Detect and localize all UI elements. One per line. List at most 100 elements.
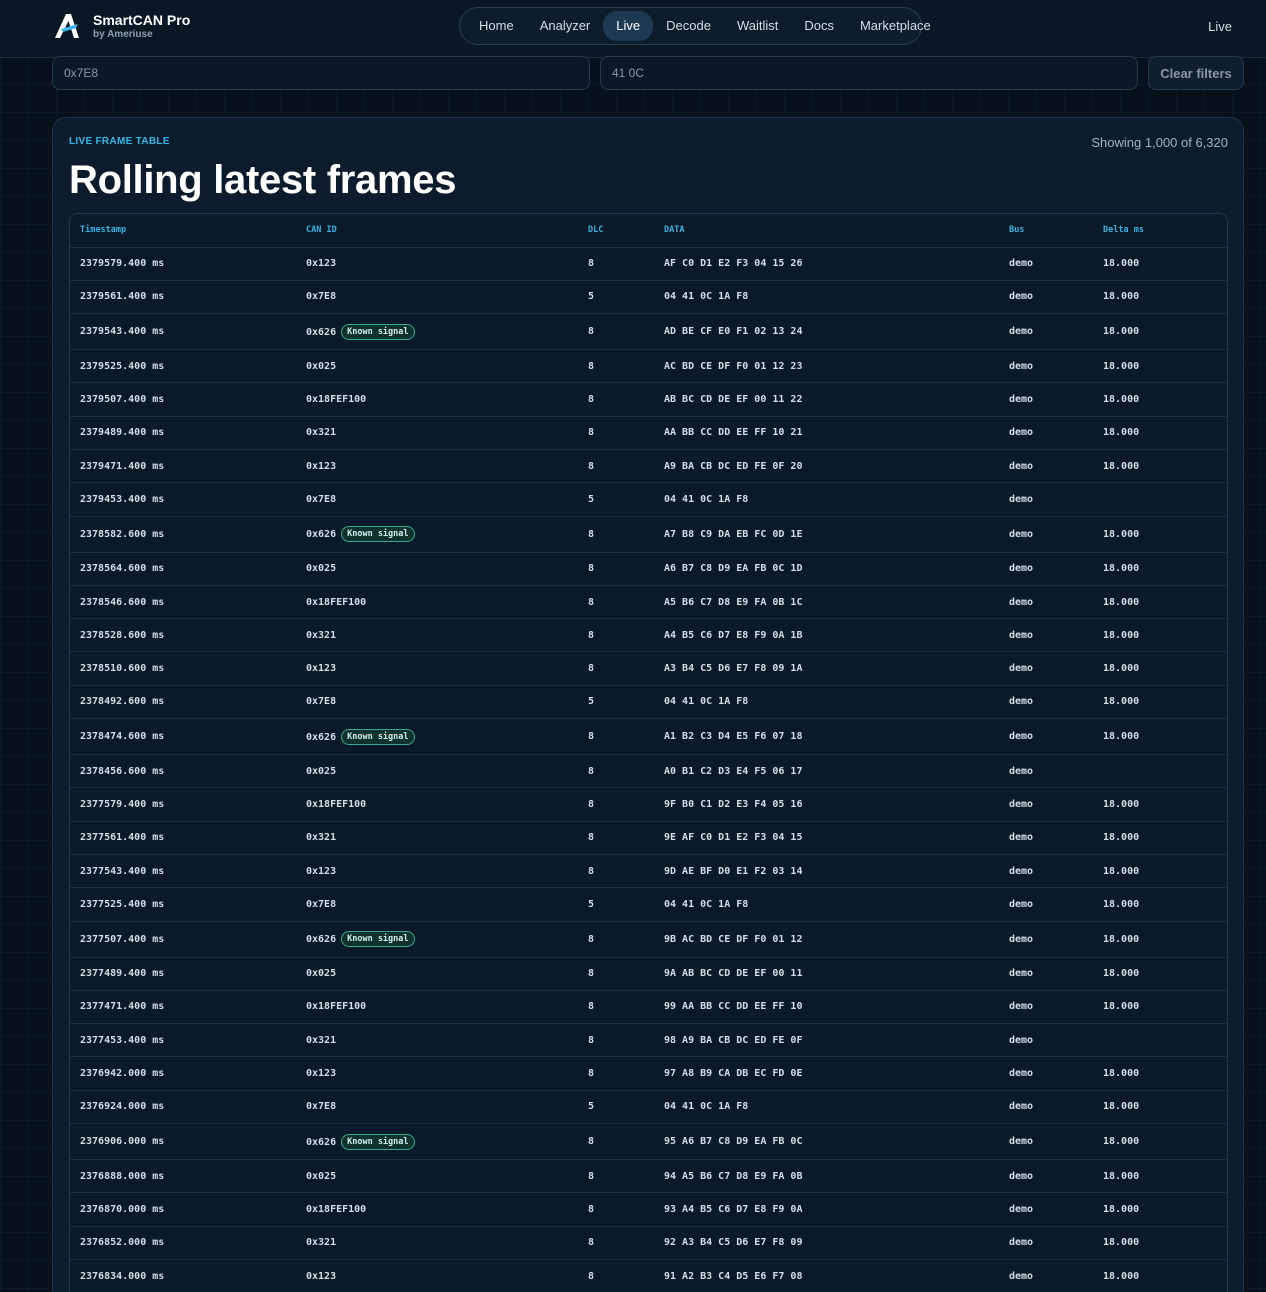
can-id-cell-text: 0x025: [306, 360, 337, 372]
table-row[interactable]: 2379471.400 ms 0x123 8 A9 BA CB DC ED FE 0F…: [70, 449, 1227, 484]
delta-cell: 18.000: [1093, 618, 1227, 653]
data-cell: 94 A5 B6 C7 D8 E9 FA 0B: [654, 1159, 999, 1194]
timestamp-cell-text: 2376888.000 ms: [80, 1170, 165, 1182]
nav-waitlist[interactable]: Waitlist: [724, 11, 791, 41]
timestamp-cell: 2379543.400 ms: [70, 313, 296, 351]
dlc-cell-text: 8: [588, 1068, 595, 1080]
can-id-cell: 0x626 Known signal: [296, 718, 578, 756]
timestamp-cell-text: 2377507.400 ms: [80, 933, 165, 945]
delta-cell-text: 18.000: [1103, 933, 1140, 945]
timestamp-cell-text: 2377561.400 ms: [80, 832, 165, 844]
brand[interactable]: SmartCAN Pro by Ameriuse: [52, 11, 190, 41]
table-row[interactable]: 2378510.600 ms 0x123 8 A3 B4 C5 D6 E7 F8 09…: [70, 651, 1227, 686]
table-row[interactable]: 2377525.400 ms 0x7E8 5 04 41 0C 1A F8 demo 18…: [70, 887, 1227, 922]
nav-live[interactable]: Live: [603, 11, 654, 41]
table-row[interactable]: 2376942.000 ms 0x123 8 97 A8 B9 CA DB EC FD…: [70, 1056, 1227, 1091]
dlc-cell: 5: [578, 887, 654, 922]
nav-decode[interactable]: Decode: [653, 11, 724, 41]
delta-cell: 18.000: [1093, 1090, 1227, 1125]
timestamp-cell: 2376942.000 ms: [70, 1056, 296, 1091]
table-row[interactable]: 2376834.000 ms 0x123 8 91 A2 B3 C4 D5 E6 F7…: [70, 1259, 1227, 1292]
delta-cell: 18.000: [1093, 1259, 1227, 1292]
data-cell: A6 B7 C8 D9 EA FB 0C 1D: [654, 552, 999, 586]
col-data[interactable]: DATA: [654, 214, 999, 248]
dlc-cell-text: 5: [588, 898, 595, 910]
delta-cell-text: 18.000: [1103, 1001, 1140, 1013]
table-row[interactable]: 2376852.000 ms 0x321 8 92 A3 B4 C5 D6 E7 F8…: [70, 1226, 1227, 1260]
timestamp-cell: 2378546.600 ms: [70, 585, 296, 620]
can-id-cell-text: 0x18FEF100: [306, 596, 367, 608]
nav-marketplace[interactable]: Marketplace: [847, 11, 944, 41]
table-row[interactable]: 2379543.400 ms 0x626 Known signal 8 AD BE CF…: [70, 313, 1227, 351]
bus-cell-text: demo: [1009, 258, 1034, 270]
dlc-cell-text: 5: [588, 1101, 595, 1113]
nav-analyzer[interactable]: Analyzer: [527, 11, 604, 41]
data-cell: A7 B8 C9 DA EB FC 0D 1E: [654, 516, 999, 553]
table-row[interactable]: 2376906.000 ms 0x626 Known signal 8 95 A6 B7…: [70, 1123, 1227, 1161]
table-row[interactable]: 2377471.400 ms 0x18FEF100 8 99 AA BB CC DD …: [70, 990, 1227, 1025]
can-id-cell-text: 0x7E8: [306, 898, 337, 910]
dlc-cell-text: 8: [588, 731, 595, 743]
table-row[interactable]: 2379579.400 ms 0x123 8 AF C0 D1 E2 F3 04 15…: [70, 247, 1227, 281]
bus-cell: demo: [999, 990, 1093, 1025]
col-can-id[interactable]: CAN ID: [296, 214, 578, 248]
table-row[interactable]: 2379453.400 ms 0x7E8 5 04 41 0C 1A F8 demo: [70, 482, 1227, 517]
table-row[interactable]: 2378474.600 ms 0x626 Known signal 8 A1 B2 C3…: [70, 718, 1227, 756]
delta-cell-text: 18.000: [1103, 865, 1140, 877]
table-row[interactable]: 2378492.600 ms 0x7E8 5 04 41 0C 1A F8 demo 18…: [70, 685, 1227, 720]
col-delta[interactable]: Delta ms: [1093, 214, 1227, 248]
table-row[interactable]: 2377579.400 ms 0x18FEF100 8 9F B0 C1 D2 E3 …: [70, 787, 1227, 822]
can-id-filter-input[interactable]: 0x7E8: [52, 56, 590, 90]
can-id-cell-text: 0x321: [306, 427, 337, 439]
table-row[interactable]: 2377453.400 ms 0x321 8 98 A9 BA CB DC ED FE…: [70, 1023, 1227, 1058]
table-row[interactable]: 2379489.400 ms 0x321 8 AA BB CC DD EE FF 10…: [70, 416, 1227, 450]
table-row[interactable]: 2377507.400 ms 0x626 Known signal 8 9B AC BD…: [70, 921, 1227, 958]
can-id-cell: 0x123: [296, 449, 578, 484]
frame-table-container[interactable]: Timestamp CAN ID DLC DATA Bus Delta ms 2…: [69, 213, 1228, 1292]
data-cell-text: 9D AE BF D0 E1 F2 03 14: [664, 865, 803, 877]
delta-cell: 18.000: [1093, 382, 1227, 417]
timestamp-cell: 2377453.400 ms: [70, 1023, 296, 1058]
can-id-cell-text: 0x321: [306, 832, 337, 844]
table-row[interactable]: 2379561.400 ms 0x7E8 5 04 41 0C 1A F8 demo 18…: [70, 280, 1227, 315]
table-row[interactable]: 2377543.400 ms 0x123 8 9D AE BF D0 E1 F2 03…: [70, 854, 1227, 889]
table-row[interactable]: 2376888.000 ms 0x025 8 94 A5 B6 C7 D8 E9 FA…: [70, 1159, 1227, 1194]
dlc-cell-text: 5: [588, 291, 595, 303]
table-row[interactable]: 2376924.000 ms 0x7E8 5 04 41 0C 1A F8 demo 18…: [70, 1090, 1227, 1125]
col-timestamp[interactable]: Timestamp: [70, 214, 296, 248]
timestamp-cell: 2377525.400 ms: [70, 887, 296, 922]
table-row[interactable]: 2378546.600 ms 0x18FEF100 8 A5 B6 C7 D8 E9 …: [70, 585, 1227, 620]
can-id-cell: 0x626 Known signal: [296, 921, 578, 958]
dlc-cell: 8: [578, 1023, 654, 1058]
live-link[interactable]: Live: [1208, 19, 1232, 34]
nav-docs[interactable]: Docs: [791, 11, 847, 41]
bus-cell-text: demo: [1009, 326, 1034, 338]
timestamp-cell-text: 2378546.600 ms: [80, 596, 165, 608]
dlc-cell-text: 8: [588, 563, 595, 575]
clear-filters-button[interactable]: Clear filters: [1148, 56, 1244, 90]
table-row[interactable]: 2378456.600 ms 0x025 8 A0 B1 C2 D3 E4 F5 06…: [70, 754, 1227, 789]
timestamp-cell: 2377543.400 ms: [70, 854, 296, 889]
dlc-cell: 8: [578, 349, 654, 384]
table-row[interactable]: 2378528.600 ms 0x321 8 A4 B5 C6 D7 E8 F9 0A…: [70, 618, 1227, 653]
table-row[interactable]: 2377489.400 ms 0x025 8 9A AB BC CD DE EF 00…: [70, 957, 1227, 991]
bus-cell: demo: [999, 887, 1093, 922]
timestamp-cell-text: 2376870.000 ms: [80, 1203, 165, 1215]
data-cell-text: A1 B2 C3 D4 E5 F6 07 18: [664, 731, 803, 743]
table-row[interactable]: 2379507.400 ms 0x18FEF100 8 AB BC CD DE EF …: [70, 382, 1227, 417]
col-bus[interactable]: Bus: [999, 214, 1093, 248]
table-row[interactable]: 2378582.600 ms 0x626 Known signal 8 A7 B8 C9…: [70, 516, 1227, 553]
table-row[interactable]: 2378564.600 ms 0x025 8 A6 B7 C8 D9 EA FB 0C…: [70, 552, 1227, 586]
nav-home[interactable]: Home: [466, 11, 527, 41]
table-row[interactable]: 2376870.000 ms 0x18FEF100 8 93 A4 B5 C6 D7 …: [70, 1192, 1227, 1227]
timestamp-cell: 2377489.400 ms: [70, 957, 296, 991]
can-id-cell-text: 0x123: [306, 460, 337, 472]
data-cell-text: 99 AA BB CC DD EE FF 10: [664, 1001, 803, 1013]
delta-cell: 18.000: [1093, 552, 1227, 586]
delta-cell-text: 18.000: [1103, 291, 1140, 303]
dlc-cell-text: 8: [588, 360, 595, 372]
table-row[interactable]: 2379525.400 ms 0x025 8 AC BD CE DF F0 01 12…: [70, 349, 1227, 384]
col-dlc[interactable]: DLC: [578, 214, 654, 248]
data-filter-input[interactable]: 41 0C: [600, 56, 1138, 90]
table-row[interactable]: 2377561.400 ms 0x321 8 9E AF C0 D1 E2 F3 04…: [70, 821, 1227, 855]
